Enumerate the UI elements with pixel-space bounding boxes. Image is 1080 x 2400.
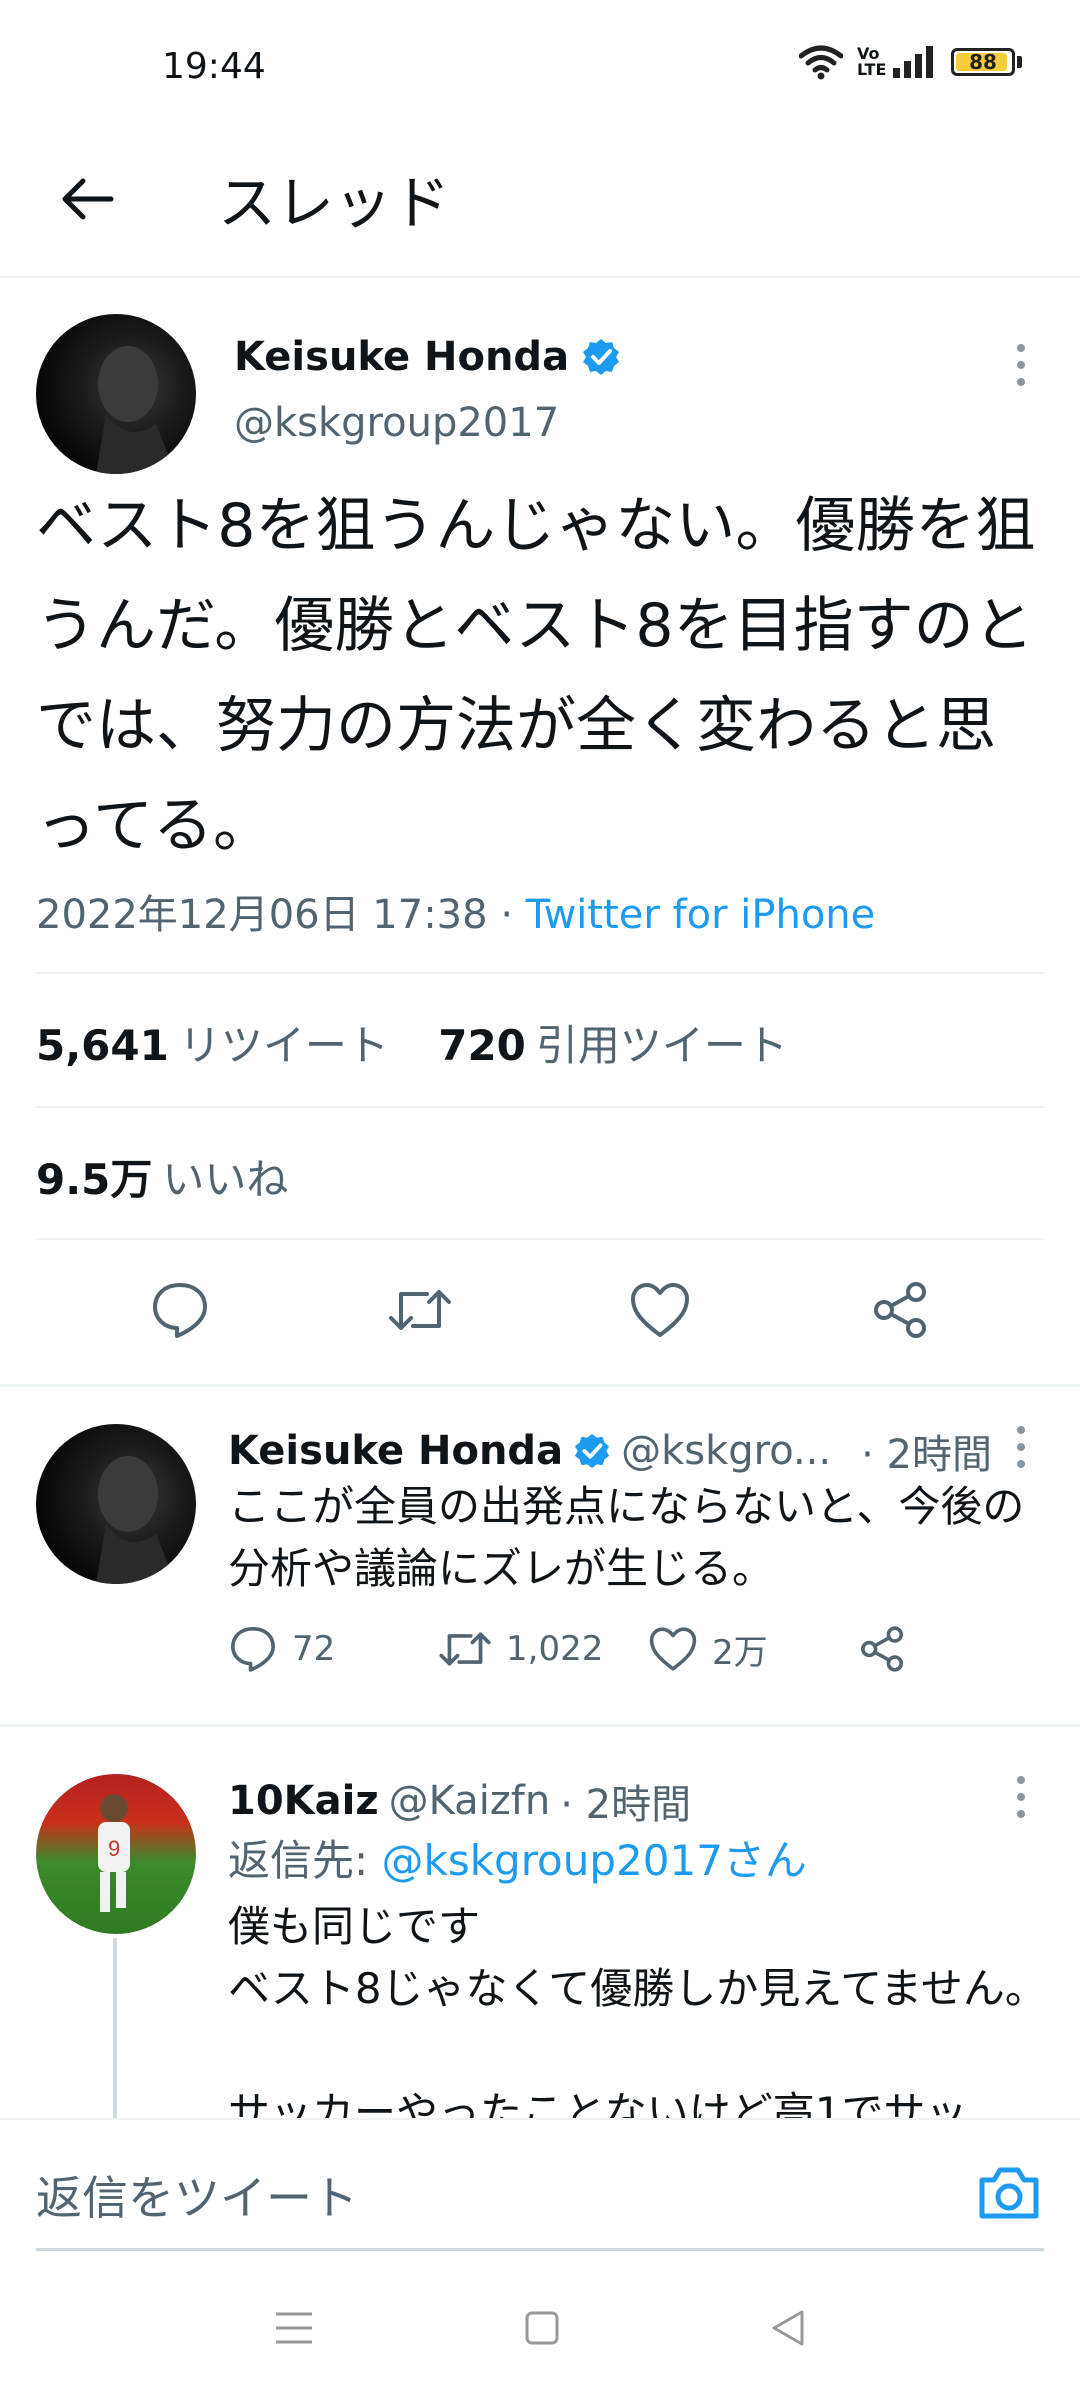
reply-handle: @kskgro... xyxy=(621,1428,832,1474)
divider xyxy=(0,1384,1080,1387)
status-icons: Vo LTE 88 xyxy=(799,44,1022,80)
profile-photo: 9 xyxy=(98,1794,130,1912)
battery-icon: 88 xyxy=(951,48,1015,76)
reply-author-name: Keisuke Honda xyxy=(228,1428,564,1474)
reply-avatar[interactable] xyxy=(36,1424,196,1584)
quote-label[interactable]: 引用ツイート xyxy=(536,1021,788,1070)
reply-time: · 2時間 xyxy=(560,1782,692,1828)
like-button[interactable] xyxy=(620,1270,700,1350)
retweet-button[interactable]: 1,022 xyxy=(438,1626,648,1672)
avatar[interactable] xyxy=(36,314,196,474)
battery-level: 88 xyxy=(969,50,997,74)
author-name-text: Keisuke Honda xyxy=(234,334,570,380)
reply-author-name: 10Kaiz xyxy=(228,1778,379,1824)
home-square-icon xyxy=(525,2311,559,2345)
tweet-source-link[interactable]: Twitter for iPhone xyxy=(526,892,876,938)
like-count: 2万 xyxy=(712,1632,768,1673)
back-arrow-icon xyxy=(62,178,114,220)
heart-icon xyxy=(631,1283,689,1337)
status-time: 19:44 xyxy=(162,46,266,87)
reply-avatar[interactable]: 9 xyxy=(36,1774,196,1934)
tweet-text: ベスト8を狙うんじゃない。優勝を狙うんだ。優勝とベスト8を目指すのとでは、努力の… xyxy=(36,491,1036,861)
reply-time: · 2時間 xyxy=(861,1432,992,1478)
back-nav-button[interactable] xyxy=(770,2309,806,2351)
reply-author[interactable]: Keisuke Honda @kskgro... · 2時間 xyxy=(228,1422,992,1480)
divider xyxy=(36,972,1044,974)
reply-button[interactable]: 72 xyxy=(228,1624,438,1674)
reply-actions: 72 1,022 2万 xyxy=(228,1624,906,1674)
reply-icon xyxy=(153,1283,207,1338)
like-count[interactable]: 9.5万 xyxy=(36,1155,152,1204)
verified-badge-icon xyxy=(574,1433,610,1469)
author-name[interactable]: Keisuke Honda xyxy=(234,334,621,380)
retweet-label[interactable]: リツイート xyxy=(179,1021,389,1070)
home-nav-button[interactable] xyxy=(524,2310,560,2350)
retweet-count[interactable]: 5,641 xyxy=(36,1021,169,1070)
wifi-icon xyxy=(799,45,843,80)
compose-underline xyxy=(36,2248,1044,2251)
reply-text-line: 僕も同じです xyxy=(228,1902,481,1951)
author-handle[interactable]: @kskgroup2017 xyxy=(234,400,559,446)
reply-to-prefix: 返信先: xyxy=(228,1836,382,1885)
camera-button[interactable] xyxy=(976,2160,1042,2226)
reply-button[interactable] xyxy=(140,1270,220,1350)
quote-count[interactable]: 720 xyxy=(438,1021,526,1070)
heart-icon xyxy=(649,1627,697,1671)
system-navbar xyxy=(0,2260,1080,2400)
svg-text:9: 9 xyxy=(108,1836,120,1861)
header xyxy=(0,140,1080,278)
retweet-count: 1,022 xyxy=(506,1629,604,1669)
more-options-icon[interactable] xyxy=(1006,1772,1036,1822)
reply-count: 72 xyxy=(292,1629,336,1669)
like-label[interactable]: いいね xyxy=(162,1155,288,1204)
reply-text: ここが全員の出発点にならないと、今後の分析や議論にズレが生じる。 xyxy=(228,1482,1025,1593)
status-bar: 19:44 Vo LTE 88 xyxy=(0,0,1080,140)
share-icon xyxy=(861,1626,903,1672)
page-title: スレッド xyxy=(218,169,451,237)
menu-icon xyxy=(276,2312,312,2344)
retweet-button[interactable] xyxy=(380,1270,460,1350)
retweet-stats: 5,641 リツイート 720 引用ツイート xyxy=(36,1012,788,1073)
volte-icon: Vo LTE xyxy=(857,44,887,79)
tweet-date: 2022年12月06日 17:38 xyxy=(36,892,488,938)
like-button[interactable]: 2万 xyxy=(648,1625,858,1674)
reply-to-link[interactable]: @kskgroup2017さん xyxy=(382,1836,807,1885)
divider xyxy=(36,1106,1044,1108)
tweet-actions xyxy=(0,1240,1080,1380)
camera-icon xyxy=(979,2167,1039,2219)
retweet-icon xyxy=(389,1290,451,1330)
tweet-meta: 2022年12月06日 17:38 · Twitter for iPhone xyxy=(36,882,875,940)
back-triangle-icon xyxy=(772,2310,804,2346)
reply-handle: @Kaizfn xyxy=(388,1778,551,1824)
meta-separator: · xyxy=(500,892,514,938)
verified-badge-icon xyxy=(583,339,620,375)
more-options-icon[interactable] xyxy=(1006,1422,1036,1472)
share-button[interactable] xyxy=(860,1270,940,1350)
back-button[interactable] xyxy=(52,164,122,234)
menu-nav-button[interactable] xyxy=(274,2310,314,2350)
share-icon xyxy=(874,1282,926,1338)
reply-to-line: 返信先: @kskgroup2017さん xyxy=(228,1830,1048,1892)
thread-line xyxy=(113,1938,117,2118)
signal-icon xyxy=(893,46,933,78)
profile-photo xyxy=(96,346,176,474)
more-options-icon[interactable] xyxy=(1006,340,1036,390)
reply-icon xyxy=(231,1627,275,1672)
reply-author[interactable]: 10Kaiz @Kaizfn · 2時間 xyxy=(228,1772,691,1830)
profile-photo xyxy=(96,1456,176,1584)
retweet-icon xyxy=(439,1632,491,1666)
like-stats: 9.5万 いいね xyxy=(36,1146,288,1207)
share-button[interactable] xyxy=(858,1625,906,1673)
reply-compose-input[interactable]: 返信をツイート xyxy=(36,2162,358,2228)
reply-text-line: ベスト8じゃなくて優勝しか見えてません。 xyxy=(228,1964,1047,2013)
divider xyxy=(0,1724,1080,1727)
